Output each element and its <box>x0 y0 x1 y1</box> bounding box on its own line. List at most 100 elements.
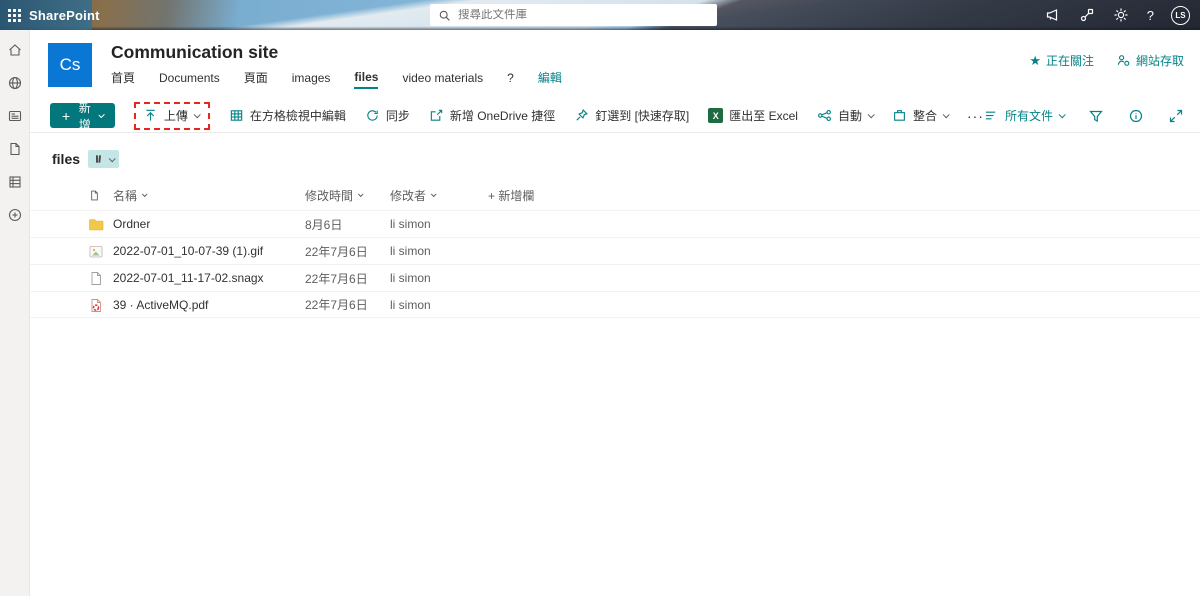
plus-icon: + <box>62 107 71 124</box>
modified-by[interactable]: li simon <box>390 217 488 231</box>
site-access-button[interactable]: 網站存取 <box>1116 52 1184 69</box>
annotation-upload-highlight: 上傳 <box>133 101 210 130</box>
generic-file-icon <box>88 271 104 286</box>
file-name[interactable]: 39 · ActiveMQ.pdf <box>113 298 305 312</box>
search-input[interactable] <box>458 9 709 21</box>
fullscreen-button[interactable] <box>1168 108 1184 124</box>
nav-tab-documents[interactable]: Documents <box>159 71 220 88</box>
chevron-down-icon <box>108 155 116 163</box>
books-icon <box>96 155 102 164</box>
create-icon[interactable] <box>7 207 23 223</box>
suite-bar-brand: SharePoint <box>0 0 99 30</box>
table-row[interactable]: Ordner 8月6日 li simon <box>30 210 1200 237</box>
integrate-icon <box>894 110 905 121</box>
site-access-icon <box>1117 55 1130 66</box>
main-content: Cs Communication site 首頁 Documents 頁面 im… <box>30 30 1200 596</box>
name-column-header[interactable]: 名稱 <box>113 187 305 204</box>
library-title: files <box>52 151 81 168</box>
globe-icon[interactable] <box>7 75 23 91</box>
chevron-down-icon <box>193 111 201 119</box>
nav-tab-question[interactable]: ? <box>507 71 514 88</box>
grid-icon <box>230 110 243 121</box>
site-title[interactable]: Communication site <box>111 42 562 62</box>
chevron-down-icon <box>141 191 148 198</box>
sync-icon <box>367 110 378 121</box>
upload-button[interactable]: 上傳 <box>143 107 201 124</box>
pdf-file-icon <box>88 298 104 312</box>
library-view-options-button[interactable] <box>88 150 120 169</box>
table-row[interactable]: 2022-07-01_11-17-02.snagx 22年7月6日 li sim… <box>30 264 1200 291</box>
view-selector-button[interactable]: 所有文件 <box>984 107 1066 124</box>
modified-date: 22年7月6日 <box>305 244 368 259</box>
follow-button[interactable]: ★ 正在關注 <box>1029 52 1094 69</box>
expand-icon <box>1169 109 1183 122</box>
nav-edit-link[interactable]: 編輯 <box>538 69 562 89</box>
nav-tab-images[interactable]: images <box>292 71 331 88</box>
nav-tab-pages[interactable]: 頁面 <box>244 69 268 89</box>
info-icon <box>1129 109 1143 122</box>
nav-tab-home[interactable]: 首頁 <box>111 69 135 89</box>
library-icon[interactable] <box>7 174 23 190</box>
pin-to-quick-access-button[interactable]: 釘選到 [快速存取] <box>574 107 689 124</box>
modified-by[interactable]: li simon <box>390 298 488 312</box>
table-header: 名稱 修改時間 修改者 + 新增欄 <box>30 180 1200 210</box>
search-icon <box>439 10 450 21</box>
modified-by-column-header[interactable]: 修改者 <box>390 187 488 204</box>
new-button[interactable]: + 新增 <box>50 101 115 132</box>
automate-icon <box>817 110 831 122</box>
follow-label: 正在關注 <box>1045 54 1094 68</box>
modified-by[interactable]: li simon <box>390 244 488 258</box>
export-to-excel-button[interactable]: X 匯出至 Excel <box>708 107 798 124</box>
upload-icon <box>146 109 155 121</box>
suite-bar: SharePoint ? LS <box>0 0 1200 30</box>
file-type-column-header[interactable] <box>88 189 113 202</box>
table-row[interactable]: 2022-07-01_10-07-39 (1).gif 22年7月6日 li s… <box>30 237 1200 264</box>
pin-icon <box>576 109 589 121</box>
search-box[interactable] <box>430 4 717 26</box>
excel-icon: X <box>708 108 724 124</box>
more-commands-button[interactable]: ··· <box>967 108 984 124</box>
left-rail <box>0 30 30 596</box>
modified-column-header[interactable]: 修改時間 <box>305 187 390 204</box>
add-onedrive-shortcut-button[interactable]: 新增 OneDrive 捷徑 <box>429 107 555 124</box>
site-logo[interactable]: Cs <box>48 43 92 87</box>
settings-gear-icon[interactable] <box>1113 7 1130 24</box>
details-button[interactable] <box>1128 108 1144 124</box>
filter-button[interactable] <box>1088 108 1104 124</box>
app-name[interactable]: SharePoint <box>29 8 100 23</box>
nav-tab-files[interactable]: files <box>354 70 379 89</box>
app-launcher-icon[interactable] <box>8 8 21 22</box>
sync-button[interactable]: 同步 <box>365 107 410 124</box>
file-name[interactable]: 2022-07-01_10-07-39 (1).gif <box>113 244 305 258</box>
folder-icon <box>88 217 104 231</box>
command-bar: + 新增 上傳 在方格檢視中編輯 同步 新增 OneDrive 捷徑 釘選到 [… <box>30 99 1200 134</box>
star-icon: ★ <box>1029 53 1041 68</box>
add-column-button[interactable]: + 新增欄 <box>488 187 534 204</box>
filter-funnel-icon <box>1089 110 1103 122</box>
announcement-icon[interactable] <box>1045 7 1062 24</box>
site-access-label: 網站存取 <box>1135 54 1184 68</box>
document-list: 名稱 修改時間 修改者 + 新增欄 Ordner 8月6日 li simon 2… <box>30 180 1200 319</box>
view-list-icon <box>985 111 996 120</box>
table-row[interactable]: 39 · ActiveMQ.pdf 22年7月6日 li simon <box>30 291 1200 319</box>
feed-icon[interactable] <box>1079 7 1096 24</box>
integrate-button[interactable]: 整合 <box>892 107 950 124</box>
chevron-down-icon <box>430 191 437 198</box>
home-icon[interactable] <box>7 42 23 58</box>
suite-bar-actions: ? LS <box>1045 0 1190 30</box>
edit-grid-view-button[interactable]: 在方格檢視中編輯 <box>229 107 346 124</box>
site-header: Cs Communication site 首頁 Documents 頁面 im… <box>30 30 1200 89</box>
help-icon[interactable]: ? <box>1147 8 1154 23</box>
modified-by[interactable]: li simon <box>390 271 488 285</box>
nav-tab-video-materials[interactable]: video materials <box>402 71 483 88</box>
file-name[interactable]: 2022-07-01_11-17-02.snagx <box>113 271 305 285</box>
chevron-down-icon <box>1058 111 1066 119</box>
modified-date: 8月6日 <box>305 217 343 232</box>
avatar[interactable]: LS <box>1171 5 1190 25</box>
news-icon[interactable] <box>7 108 23 124</box>
chevron-down-icon <box>942 111 950 119</box>
automate-button[interactable]: 自動 <box>817 107 875 124</box>
file-name[interactable]: Ordner <box>113 217 305 231</box>
site-nav: 首頁 Documents 頁面 images files video mater… <box>111 69 562 89</box>
pages-icon[interactable] <box>7 141 23 157</box>
